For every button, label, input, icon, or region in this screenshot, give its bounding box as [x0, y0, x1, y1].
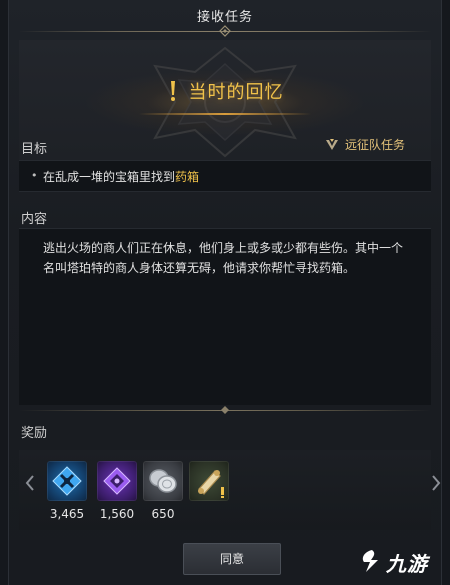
blue-rune-icon: [47, 461, 87, 501]
quest-type-label: 远征队任务: [325, 136, 405, 153]
reward-item[interactable]: 1,560: [97, 461, 137, 521]
expedition-emblem-icon: [325, 138, 338, 150]
objective-bullet: •: [31, 169, 38, 182]
content-line-2: 名叫塔珀特的商人身体还算无碍，他请求你帮忙寻找药箱。: [43, 261, 356, 275]
scroll-icon: [189, 461, 229, 501]
site-watermark: 九游: [358, 545, 446, 579]
accept-button[interactable]: 同意: [183, 543, 281, 575]
banner-glow-line: [139, 113, 311, 115]
content-heading: 内容: [21, 212, 48, 227]
silver-coins-icon: [143, 461, 183, 501]
watermark-text: 九游: [386, 551, 428, 576]
exclamation-icon: [170, 81, 175, 101]
chevron-left-icon[interactable]: [23, 473, 37, 493]
reward-heading: 奖励: [21, 426, 48, 441]
objective-heading: 目标: [21, 142, 48, 157]
title-ornament-icon: [219, 25, 231, 37]
nine-games-logo-icon: [362, 550, 378, 572]
dialog-title: 接收任务: [196, 10, 253, 25]
reward-item[interactable]: 3,465: [47, 461, 87, 521]
quest-type-text: 远征队任务: [344, 138, 405, 152]
objective-text: 在乱成一堆的宝箱里找到药箱: [43, 168, 199, 185]
objective-target: 药箱: [175, 170, 200, 184]
divider-ornament-icon: [221, 406, 229, 414]
quest-name: 当时的回忆: [188, 82, 284, 103]
reward-item[interactable]: [189, 461, 229, 507]
purple-gem-icon: [97, 461, 137, 501]
reward-item[interactable]: 650: [143, 461, 183, 521]
content-line-1: 逃出火场的商人们正在休息，他们身上或多或少都有些伤。其中一个: [43, 241, 404, 255]
quest-dialog: 接收任务 当时的回忆 目标 远征队任务 • 在乱成一堆的宝箱里找到药箱 内容 逃…: [8, 0, 442, 585]
objective-box: • 在乱成一堆的宝箱里找到药箱: [19, 160, 431, 192]
reward-quantity: 1,560: [99, 507, 135, 521]
chevron-right-icon[interactable]: [429, 473, 443, 493]
reward-quantity: 3,465: [49, 507, 85, 521]
objective-text-main: 在乱成一堆的宝箱里找到: [43, 170, 176, 184]
reward-quantity: 650: [151, 507, 175, 521]
quest-name-row: 当时的回忆: [19, 78, 431, 104]
content-box: 逃出火场的商人们正在休息，他们身上或多或少都有些伤。其中一个 名叫塔珀特的商人身…: [19, 228, 431, 405]
